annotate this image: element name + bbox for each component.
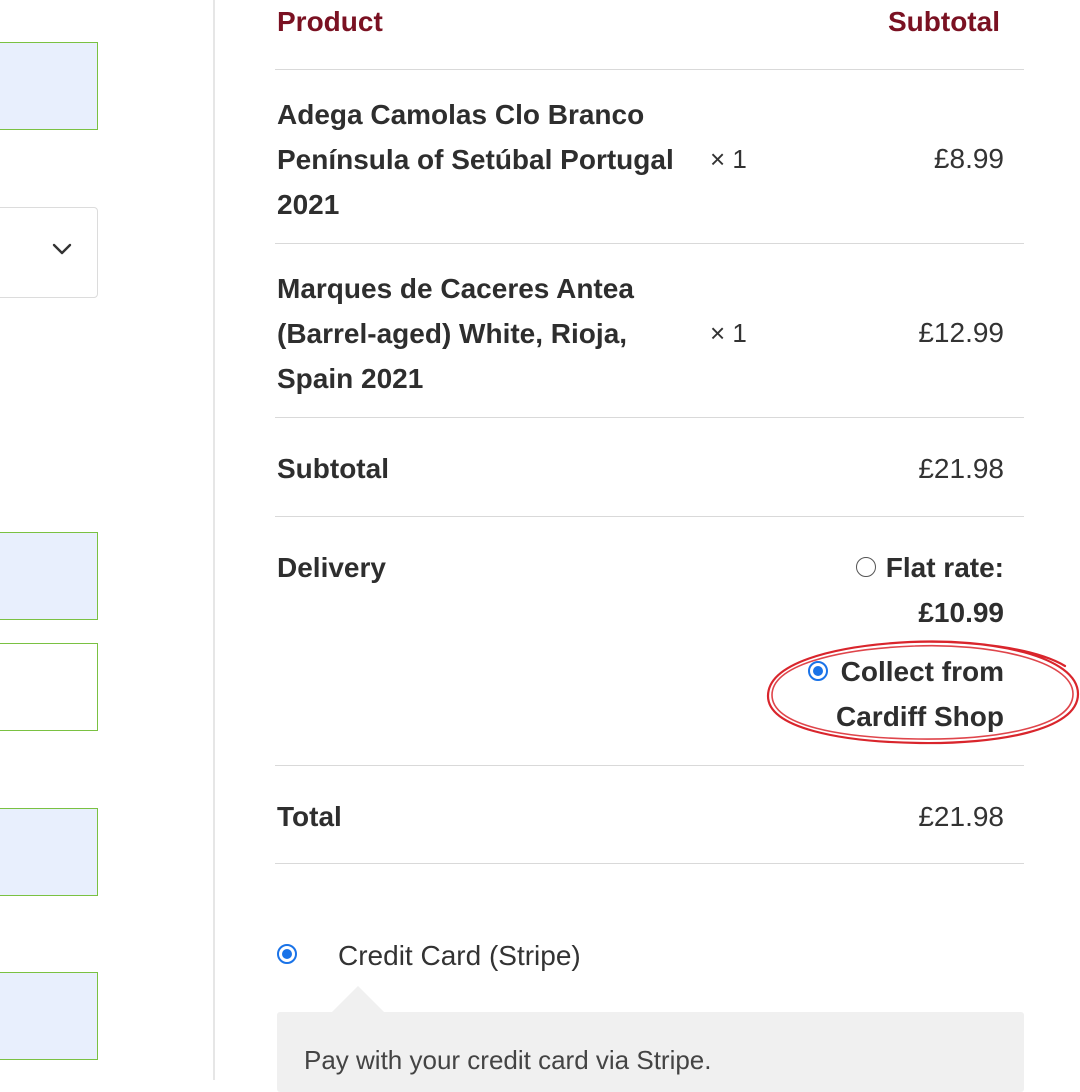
product-name-line: (Barrel-aged) White, Rioja, [277,318,628,349]
column-divider [213,0,215,1080]
form-input-4[interactable] [0,808,98,896]
payment-description-box: Pay with your credit card via Stripe. [277,1012,1024,1092]
total-label: Total [277,801,342,832]
product-price: £12.99 [918,317,1004,348]
payment-description: Pay with your credit card via Stripe. [304,1045,712,1075]
form-input-1[interactable] [0,42,98,130]
divider [275,243,1024,244]
divider [275,765,1024,766]
subtotal-value: £21.98 [918,453,1004,484]
divider [275,516,1024,517]
divider [275,417,1024,418]
flat-rate-price: £10.99 [918,597,1004,628]
product-name: Marques de Caceres Antea (Barrel-aged) W… [277,266,697,401]
payment-radio-stripe[interactable] [277,944,297,964]
flat-rate-radio[interactable] [856,557,876,577]
subtotal-label: Subtotal [277,453,389,484]
country-select[interactable] [0,207,98,298]
total-value: £21.98 [918,801,1004,832]
annotation-circle [766,640,1080,745]
product-name-line: Spain 2021 [277,363,424,394]
delivery-label: Delivery [277,552,386,583]
product-qty: × 1 [710,144,747,174]
form-input-5[interactable] [0,972,98,1060]
product-price: £8.99 [933,143,1004,174]
chevron-down-icon [52,243,72,255]
product-name-line: 2021 [277,189,340,220]
product-qty: × 1 [710,318,747,348]
product-name-line: Península of Setúbal Portugal [277,144,674,175]
header-product: Product [277,6,383,37]
product-name-line: Marques de Caceres Antea [277,273,634,304]
form-input-2[interactable] [0,532,98,620]
form-input-3[interactable] [0,643,98,731]
payment-method-label[interactable]: Credit Card (Stripe) [338,940,581,972]
product-name: Adega Camolas Clo Branco Península of Se… [277,92,697,227]
header-subtotal: Subtotal [888,6,1000,37]
product-name-line: Adega Camolas Clo Branco [277,99,645,130]
divider [275,863,1024,864]
payment-box-pointer [332,986,384,1012]
flat-rate-label: Flat rate: [885,552,1004,583]
divider [275,69,1024,70]
